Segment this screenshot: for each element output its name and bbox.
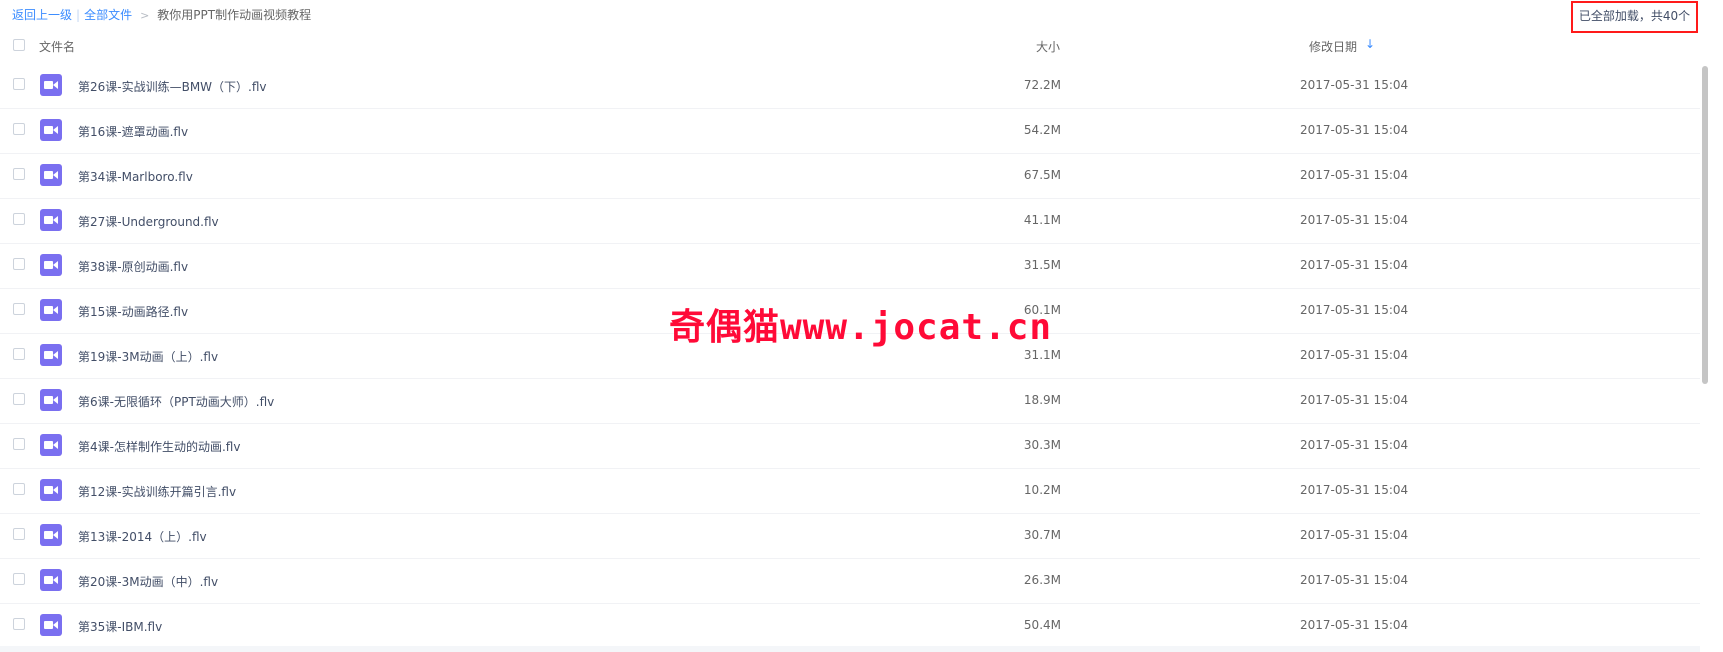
- file-name[interactable]: 第4课-怎样制作生动的动画.flv: [78, 438, 240, 455]
- file-size: 18.9M: [1023, 393, 1061, 407]
- file-size: 54.2M: [1023, 123, 1061, 137]
- file-date: 2017-05-31 15:04: [1300, 78, 1409, 92]
- row-checkbox[interactable]: [13, 438, 25, 450]
- list-header: 文件名 大小 修改日期 ↓: [0, 34, 1700, 64]
- file-name[interactable]: 第27课-Underground.flv: [78, 213, 219, 230]
- file-date: 2017-05-31 15:04: [1300, 483, 1409, 497]
- file-date: 2017-05-31 15:04: [1300, 348, 1409, 362]
- table-row[interactable]: 第20课-3M动画（中）.flv 26.3M 2017-05-31 15:04: [0, 559, 1700, 604]
- row-checkbox[interactable]: [13, 303, 25, 315]
- all-files-link[interactable]: 全部文件: [84, 8, 132, 22]
- file-name[interactable]: 第26课-实战训练—BMW（下）.flv: [78, 78, 267, 95]
- toolbar: 返回上一级 | 全部文件 > 教你用PPT制作动画视频教程 已全部加载，共40个: [0, 0, 1700, 33]
- row-checkbox[interactable]: [13, 393, 25, 405]
- table-row[interactable]: 第38课-原创动画.flv 31.5M 2017-05-31 15:04: [0, 244, 1700, 289]
- file-name[interactable]: 第35课-IBM.flv: [78, 618, 162, 635]
- file-date: 2017-05-31 15:04: [1300, 573, 1409, 587]
- row-checkbox[interactable]: [13, 213, 25, 225]
- row-checkbox[interactable]: [13, 258, 25, 270]
- column-header-size[interactable]: 大小: [1036, 38, 1060, 55]
- column-header-date[interactable]: 修改日期: [1309, 38, 1357, 55]
- current-folder: 教你用PPT制作动画视频教程: [157, 8, 312, 22]
- table-row[interactable]: 第35课-IBM.flv 50.4M 2017-05-31 15:04: [0, 604, 1700, 649]
- video-file-icon: [40, 164, 62, 186]
- video-file-icon: [40, 479, 62, 501]
- file-size: 30.7M: [1023, 528, 1061, 542]
- file-name[interactable]: 第38课-原创动画.flv: [78, 258, 188, 275]
- scrollbar-thumb[interactable]: [1702, 66, 1708, 384]
- table-row[interactable]: 第16课-遮罩动画.flv 54.2M 2017-05-31 15:04: [0, 109, 1700, 154]
- file-date: 2017-05-31 15:04: [1300, 528, 1409, 542]
- video-file-icon: [40, 569, 62, 591]
- row-checkbox[interactable]: [13, 573, 25, 585]
- file-date: 2017-05-31 15:04: [1300, 168, 1409, 182]
- breadcrumb-arrow-icon: >: [140, 9, 150, 22]
- breadcrumb: 返回上一级 | 全部文件 > 教你用PPT制作动画视频教程: [12, 6, 311, 23]
- file-date: 2017-05-31 15:04: [1300, 213, 1409, 227]
- sort-arrow-down-icon[interactable]: ↓: [1365, 37, 1375, 51]
- file-size: 41.1M: [1023, 213, 1061, 227]
- file-size: 30.3M: [1023, 438, 1061, 452]
- table-row[interactable]: 第13课-2014（上）.flv 30.7M 2017-05-31 15:04: [0, 514, 1700, 559]
- file-name[interactable]: 第16课-遮罩动画.flv: [78, 123, 188, 140]
- file-date: 2017-05-31 15:04: [1300, 123, 1409, 137]
- file-list: 第26课-实战训练—BMW（下）.flv 72.2M 2017-05-31 15…: [0, 64, 1700, 649]
- back-link[interactable]: 返回上一级: [12, 8, 72, 22]
- table-row[interactable]: 第6课-无限循环（PPT动画大师）.flv 18.9M 2017-05-31 1…: [0, 379, 1700, 424]
- file-size: 31.5M: [1023, 258, 1061, 272]
- video-file-icon: [40, 254, 62, 276]
- video-file-icon: [40, 434, 62, 456]
- file-name[interactable]: 第20课-3M动画（中）.flv: [78, 573, 218, 590]
- file-date: 2017-05-31 15:04: [1300, 393, 1409, 407]
- file-size: 26.3M: [1023, 573, 1061, 587]
- video-file-icon: [40, 119, 62, 141]
- file-date: 2017-05-31 15:04: [1300, 618, 1409, 632]
- file-name[interactable]: 第6课-无限循环（PPT动画大师）.flv: [78, 393, 274, 410]
- video-file-icon: [40, 389, 62, 411]
- row-checkbox[interactable]: [13, 168, 25, 180]
- file-name[interactable]: 第19课-3M动画（上）.flv: [78, 348, 218, 365]
- table-row[interactable]: 第34课-Marlboro.flv 67.5M 2017-05-31 15:04: [0, 154, 1700, 199]
- file-size: 67.5M: [1023, 168, 1061, 182]
- table-row[interactable]: 第12课-实战训练开篇引言.flv 10.2M 2017-05-31 15:04: [0, 469, 1700, 514]
- load-status: 已全部加载，共40个: [1571, 1, 1698, 33]
- video-file-icon: [40, 524, 62, 546]
- file-date: 2017-05-31 15:04: [1300, 303, 1409, 317]
- watermark: 奇偶猫www.jocat.cn: [669, 307, 1053, 348]
- table-row[interactable]: 第26课-实战训练—BMW（下）.flv 72.2M 2017-05-31 15…: [0, 64, 1700, 109]
- file-name[interactable]: 第13课-2014（上）.flv: [78, 528, 207, 545]
- file-size: 10.2M: [1023, 483, 1061, 497]
- select-all-checkbox[interactable]: [13, 39, 25, 51]
- row-checkbox[interactable]: [13, 78, 25, 90]
- file-name[interactable]: 第12课-实战训练开篇引言.flv: [78, 483, 236, 500]
- row-checkbox[interactable]: [13, 123, 25, 135]
- list-bottom-edge: [0, 646, 1700, 652]
- breadcrumb-separator: |: [76, 8, 81, 22]
- file-date: 2017-05-31 15:04: [1300, 438, 1409, 452]
- video-file-icon: [40, 614, 62, 636]
- row-checkbox[interactable]: [13, 483, 25, 495]
- row-checkbox[interactable]: [13, 618, 25, 630]
- table-row[interactable]: 第27课-Underground.flv 41.1M 2017-05-31 15…: [0, 199, 1700, 244]
- file-date: 2017-05-31 15:04: [1300, 258, 1409, 272]
- video-file-icon: [40, 209, 62, 231]
- column-header-name[interactable]: 文件名: [39, 38, 75, 55]
- row-checkbox[interactable]: [13, 348, 25, 360]
- file-size: 50.4M: [1023, 618, 1061, 632]
- video-file-icon: [40, 74, 62, 96]
- video-file-icon: [40, 299, 62, 321]
- file-name[interactable]: 第15课-动画路径.flv: [78, 303, 188, 320]
- file-name[interactable]: 第34课-Marlboro.flv: [78, 168, 193, 185]
- table-row[interactable]: 第4课-怎样制作生动的动画.flv 30.3M 2017-05-31 15:04: [0, 424, 1700, 469]
- file-size: 72.2M: [1023, 78, 1061, 92]
- row-checkbox[interactable]: [13, 528, 25, 540]
- file-size: 31.1M: [1023, 348, 1061, 362]
- video-file-icon: [40, 344, 62, 366]
